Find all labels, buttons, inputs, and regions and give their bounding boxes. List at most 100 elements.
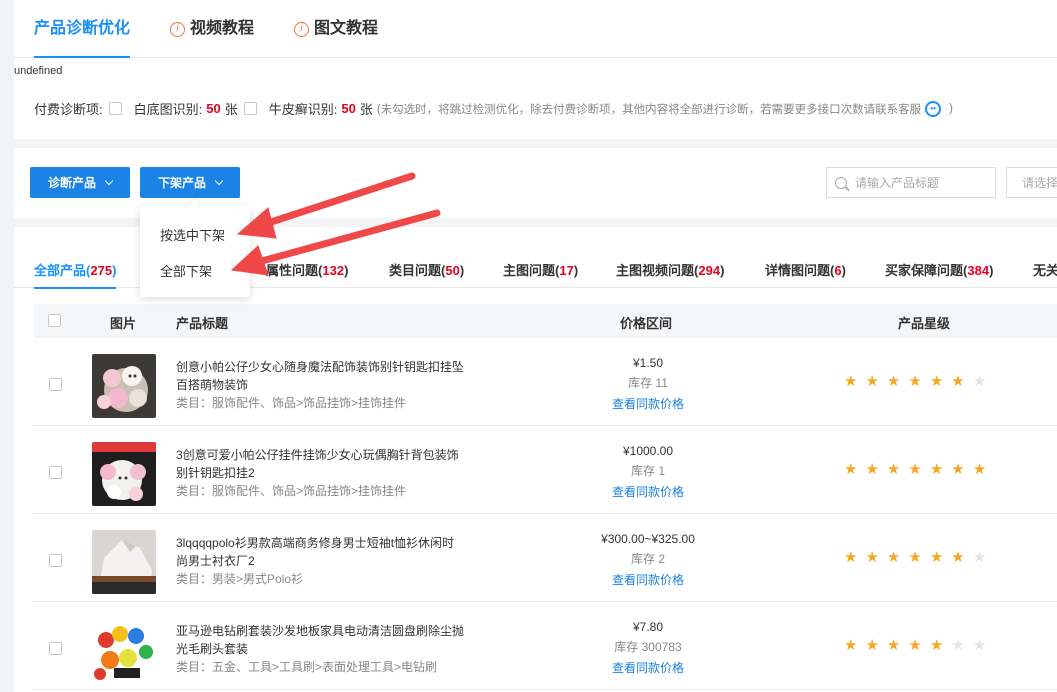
view-similar-price-link[interactable]: 查看同款价格	[568, 571, 728, 588]
paid-note-close: )	[949, 102, 954, 115]
stock-count: 库存 1	[630, 464, 665, 478]
product-thumbnail[interactable]	[92, 530, 156, 594]
tab-count: 6	[834, 263, 842, 278]
category-select[interactable]: 请选择	[1006, 167, 1057, 198]
product-thumbnail[interactable]	[92, 442, 156, 506]
search-icon	[835, 176, 847, 189]
menu-item-delist-selected[interactable]: 按选中下架	[160, 225, 225, 244]
row-checkbox[interactable]	[49, 642, 62, 655]
table-row: 3lqqqqpolo衫男款高端商务修身男士短袖t恤衫休闲时尚男士衬衣厂2 类目：…	[34, 514, 1057, 602]
tab-label: 图文教程	[314, 20, 379, 37]
star-icon: ★	[844, 373, 858, 390]
button-label: 下架产品	[157, 176, 206, 190]
white-bg-checkbox[interactable]	[243, 102, 257, 115]
rating-stars: ★ ★ ★ ★ ★ ★ ★	[844, 374, 994, 390]
table-row: 3创意可爱小帕公仔挂件挂饰少女心玩偶胸针背包装饰别针钥匙扣挂2 类目：服饰配件、…	[34, 426, 1057, 514]
delist-product-button[interactable]: 下架产品	[140, 167, 240, 198]
product-category: 类目：服饰配件、饰品>饰品挂饰>挂饰挂件	[176, 396, 407, 410]
button-label: 诊断产品	[47, 176, 96, 190]
star-icon: ★	[951, 637, 965, 654]
header-stars: 产品星级	[898, 316, 951, 331]
product-title[interactable]: 3lqqqqpolo衫男款高端商务修身男士短袖t恤衫休闲时尚男士衬衣厂2	[176, 534, 466, 570]
paid-diagnosis-row: 付费诊断项: 白底图识别: 50 张 牛皮癣识别: 50 张 (未勾选时，将跳过…	[34, 99, 953, 118]
chevron-down-icon	[214, 176, 224, 185]
tab-product-diagnosis[interactable]: 产品诊断优化	[34, 0, 131, 58]
tab-attribute-issues[interactable]: 属性问题(132)	[266, 260, 348, 279]
tab-all-products[interactable]: 全部产品(275)	[34, 260, 117, 289]
paid-note: (未勾选时，将跳过检测优化，除去付费诊断项，其他内容将全部进行诊断，若需要更多接…	[376, 103, 922, 116]
rating-stars: ★ ★ ★ ★ ★ ★ ★	[844, 638, 994, 654]
star-icon: ★	[865, 637, 879, 654]
paid-checkbox[interactable]	[108, 102, 122, 115]
tab-count: 17	[559, 263, 574, 278]
tab-video-tutorial[interactable]: i 视频教程	[170, 0, 254, 58]
tab-label: 视频教程	[190, 20, 255, 37]
tab-text-tutorial[interactable]: i 图文教程	[294, 0, 378, 58]
product-title[interactable]: 创意小帕公仔少女心随身魔法配饰装饰别针钥匙扣挂坠百搭萌物装饰	[176, 358, 466, 394]
star-icon: ★	[972, 637, 987, 654]
table-header: 图片 产品标题 价格区间 产品星级	[34, 304, 1057, 338]
tab-detail-image-issues[interactable]: 详情图问题(6)	[765, 260, 846, 279]
price-cell: ¥1.50 库存 11 查看同款价格	[568, 356, 728, 412]
price-cell: ¥7.80 库存 300783 查看同款价格	[568, 620, 728, 676]
rating-stars: ★ ★ ★ ★ ★ ★ ★	[844, 462, 994, 478]
customer-service-icon[interactable]: ••	[925, 100, 942, 117]
star-icon: ★	[908, 637, 922, 654]
tab-name: 详情图问题	[765, 263, 831, 278]
price-range: ¥7.80	[632, 620, 664, 634]
table-row: 创意小帕公仔少女心随身魔法配饰装饰别针钥匙扣挂坠百搭萌物装饰 类目：服饰配件、饰…	[34, 338, 1057, 426]
tab-name: 主图视频问题	[616, 263, 695, 278]
star-icon: ★	[844, 637, 858, 654]
white-bg-label: 白底图识别:	[133, 102, 203, 117]
table-row: 亚马逊电钻刷套装沙发地板家具电动清洁圆盘刷除尘抛光毛刷头套装 类目：五金、工具>…	[34, 602, 1057, 690]
info-icon: i	[294, 21, 309, 37]
tab-buyer-protection-issues[interactable]: 买家保障问题(384)	[885, 260, 993, 279]
price-range: ¥1.50	[632, 356, 664, 370]
white-bg-count: 50	[206, 101, 221, 116]
tab-main-image-issues[interactable]: 主图问题(17)	[503, 260, 578, 279]
product-title[interactable]: 3创意可爱小帕公仔挂件挂饰少女心玩偶胸针背包装饰别针钥匙扣挂2	[176, 446, 466, 482]
product-category: 类目：男装>男式Polo衫	[176, 572, 304, 586]
star-icon: ★	[908, 373, 922, 390]
star-icon: ★	[929, 637, 944, 654]
star-icon: ★	[865, 461, 879, 478]
info-icon: i	[170, 21, 185, 37]
row-checkbox[interactable]	[49, 466, 62, 479]
price-cell: ¥1000.00 库存 1 查看同款价格	[568, 444, 728, 500]
tab-name: 买家保障问题	[885, 263, 964, 278]
search-input[interactable]: 请输入产品标题	[826, 167, 996, 198]
row-checkbox[interactable]	[49, 378, 62, 391]
tab-main-video-issues[interactable]: 主图视频问题(294)	[616, 260, 724, 279]
product-thumbnail[interactable]	[92, 354, 156, 418]
star-icon: ★	[844, 461, 858, 478]
product-title[interactable]: 亚马逊电钻刷套装沙发地板家具电动清洁圆盘刷除尘抛光毛刷头套装	[176, 622, 466, 658]
star-icon: ★	[951, 373, 965, 390]
chevron-down-icon	[104, 176, 114, 185]
tab-category-issues[interactable]: 类目问题(50)	[389, 260, 464, 279]
star-icon: ★	[929, 549, 944, 566]
menu-item-delist-all[interactable]: 全部下架	[160, 261, 212, 280]
diagnose-product-button[interactable]: 诊断产品	[30, 167, 130, 198]
tab-name: 主图问题	[503, 263, 556, 278]
select-placeholder: 请选择	[1022, 176, 1057, 190]
stock-count: 库存 11	[628, 376, 668, 390]
row-checkbox[interactable]	[49, 554, 62, 567]
psoriasis-count: 50	[341, 101, 356, 116]
header-image: 图片	[110, 316, 137, 331]
view-similar-price-link[interactable]: 查看同款价格	[568, 659, 728, 676]
tab-name: 无关	[1033, 263, 1057, 278]
tab-count: 50	[445, 263, 460, 278]
tab-count: 132	[322, 263, 345, 278]
delist-dropdown-menu: 按选中下架 全部下架	[140, 198, 250, 297]
view-similar-price-link[interactable]: 查看同款价格	[568, 483, 728, 500]
product-thumbnail[interactable]	[92, 618, 156, 682]
header-price: 价格区间	[620, 316, 673, 331]
select-all-checkbox[interactable]	[48, 314, 61, 327]
tab-unrelated[interactable]: 无关	[1033, 260, 1057, 279]
view-similar-price-link[interactable]: 查看同款价格	[568, 395, 728, 412]
star-icon: ★	[951, 461, 965, 478]
product-category: 类目：五金、工具>工具刷>表面处理工具>电钻刷	[176, 660, 438, 674]
star-icon: ★	[972, 461, 987, 478]
star-icon: ★	[886, 461, 901, 478]
tab-name: 类目问题	[389, 263, 442, 278]
